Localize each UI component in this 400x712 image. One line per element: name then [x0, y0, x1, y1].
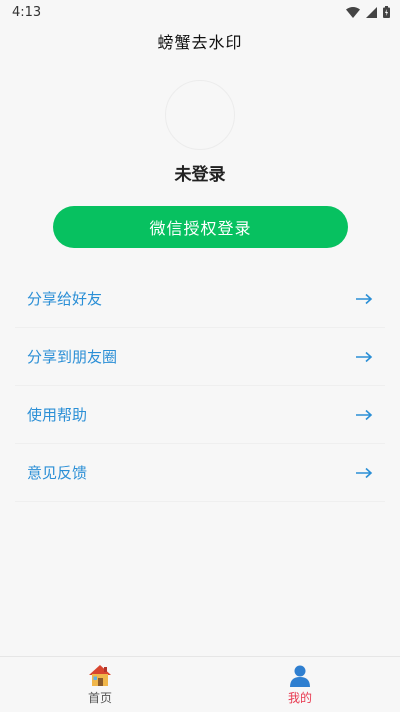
- menu-item-share-friend[interactable]: 分享给好友: [15, 270, 385, 328]
- tab-label: 我的: [287, 691, 312, 705]
- bottom-tab-bar: 首页 我的: [0, 656, 400, 712]
- signal-icon: [366, 6, 377, 18]
- menu-item-label: 意见反馈: [27, 464, 88, 482]
- arrow-right-icon: [355, 409, 373, 421]
- arrow-right-icon: [355, 351, 373, 363]
- arrow-right-icon: [355, 293, 373, 305]
- avatar[interactable]: [165, 80, 235, 150]
- tab-mine[interactable]: 我的: [200, 657, 400, 712]
- status-time: 4:13: [12, 4, 42, 20]
- menu-item-help[interactable]: 使用帮助: [15, 386, 385, 444]
- tab-home[interactable]: 首页: [0, 657, 200, 712]
- username-label: 未登录: [174, 165, 226, 185]
- battery-icon: [383, 6, 390, 18]
- menu-list: 分享给好友 分享到朋友圈 使用帮助 意见反馈: [15, 270, 385, 502]
- menu-item-share-moments[interactable]: 分享到朋友圈: [15, 328, 385, 386]
- house-icon: [87, 663, 113, 687]
- page-title: 螃蟹去水印: [157, 33, 243, 52]
- menu-item-feedback[interactable]: 意见反馈: [15, 444, 385, 502]
- wifi-icon: [346, 6, 360, 18]
- title-bar: 螃蟹去水印: [0, 24, 400, 58]
- status-bar: 4:13: [0, 0, 400, 24]
- menu-item-label: 使用帮助: [27, 406, 88, 424]
- tab-label: 首页: [87, 691, 112, 705]
- app-screen: 4:13 螃蟹去水印 未登录 微信授权登录 分享给好友 分享到朋友圈 使用帮助 …: [0, 0, 400, 712]
- status-icons: [346, 6, 390, 18]
- menu-item-label: 分享到朋友圈: [27, 348, 118, 366]
- person-icon: [288, 663, 312, 687]
- wechat-login-button[interactable]: 微信授权登录: [53, 206, 348, 248]
- arrow-right-icon: [355, 467, 373, 479]
- menu-item-label: 分享给好友: [27, 290, 103, 308]
